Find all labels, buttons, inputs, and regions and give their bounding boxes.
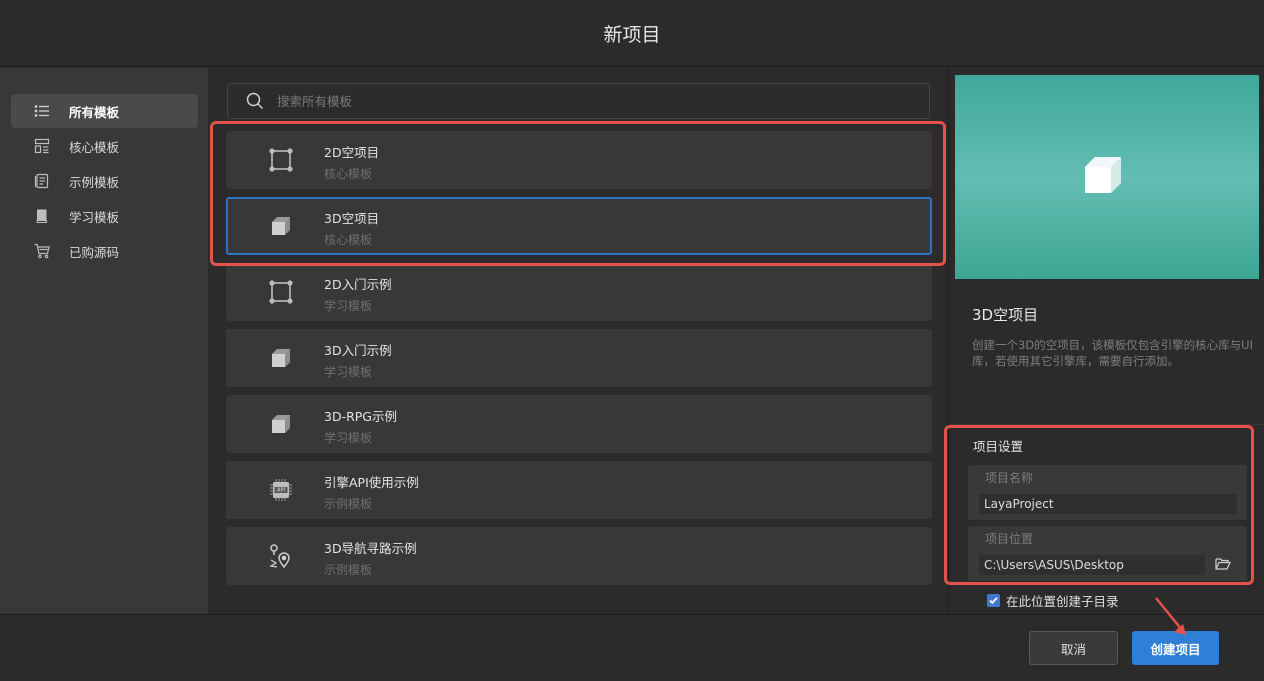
template-item-3d-rpg[interactable]: 3D-RPG示例 学习模板 xyxy=(226,395,932,453)
document-icon xyxy=(33,172,51,190)
sidebar-item-label: 所有模板 xyxy=(69,104,120,120)
project-name-label: 项目名称 xyxy=(985,471,1034,485)
dialog-title: 新项目 xyxy=(603,23,661,46)
sidebar-item-core-templates[interactable]: 核心模板 xyxy=(11,129,198,163)
template-search-bar[interactable] xyxy=(227,83,930,119)
template-item-3d-empty[interactable]: 3D空项目 核心模板 xyxy=(226,197,932,255)
project-location-field: 项目位置 xyxy=(968,526,1247,581)
template-name: 2D空项目 xyxy=(324,145,380,160)
cart-icon xyxy=(33,242,51,260)
template-name: 3D导航寻路示例 xyxy=(324,541,417,556)
core-template-icon xyxy=(33,137,51,155)
template-name: 3D入门示例 xyxy=(324,343,392,358)
search-icon xyxy=(246,92,264,110)
template-category: 学习模板 xyxy=(324,431,373,445)
book-icon xyxy=(33,207,51,225)
project-settings-title: 项目设置 xyxy=(973,439,1024,454)
project-location-input[interactable] xyxy=(979,555,1205,575)
sidebar-item-example-templates[interactable]: 示例模板 xyxy=(11,164,198,198)
template-name: 3D-RPG示例 xyxy=(324,409,397,424)
template-name: 引擎API使用示例 xyxy=(324,475,419,490)
template-category-sidebar: 所有模板 核心模板 示例模板 学习模板 已购源码 xyxy=(0,68,208,614)
3d-cube-icon xyxy=(1085,157,1121,193)
list-icon xyxy=(33,102,51,120)
cancel-button[interactable]: 取消 xyxy=(1029,631,1118,665)
template-item-engine-api[interactable]: API 引擎API使用示例 示例模板 xyxy=(226,461,932,519)
template-item-3d-intro[interactable]: 3D入门示例 学习模板 xyxy=(226,329,932,387)
api-chip-icon: API xyxy=(268,477,294,503)
svg-text:API: API xyxy=(277,488,285,494)
template-browser: 2D空项目 核心模板 3D空项目 核心模板 2D入门示例 学习模板 3D入门示例… xyxy=(208,68,947,614)
template-detail-description: 创建一个3D的空项目，该模板仅包含引擎的核心库与UI库，若使用其它引擎库，需要自… xyxy=(972,338,1253,368)
dialog-footer: 取消 创建项目 xyxy=(0,614,1264,681)
create-subdirectory-checkbox[interactable] xyxy=(987,594,1000,607)
template-item-2d-intro[interactable]: 2D入门示例 学习模板 xyxy=(226,263,932,321)
checkmark-icon xyxy=(989,597,998,605)
template-name: 3D空项目 xyxy=(324,211,380,226)
template-category: 学习模板 xyxy=(324,299,373,313)
3d-cube-icon xyxy=(268,345,294,371)
dialog-titlebar: 新项目 xyxy=(0,0,1264,67)
sidebar-item-label: 已购源码 xyxy=(69,244,120,260)
navigation-pin-icon xyxy=(268,543,294,569)
project-name-field: 项目名称 xyxy=(968,465,1247,520)
sidebar-item-label: 核心模板 xyxy=(69,139,120,155)
template-category: 示例模板 xyxy=(324,563,373,577)
template-item-2d-empty[interactable]: 2D空项目 核心模板 xyxy=(226,131,932,189)
template-preview-image xyxy=(955,75,1259,279)
create-subdirectory-option[interactable]: 在此位置创建子目录 xyxy=(987,591,1119,610)
template-item-3d-navigation[interactable]: 3D导航寻路示例 示例模板 xyxy=(226,527,932,585)
template-category: 学习模板 xyxy=(324,365,373,379)
template-list: 2D空项目 核心模板 3D空项目 核心模板 2D入门示例 学习模板 3D入门示例… xyxy=(226,131,932,593)
template-category: 核心模板 xyxy=(324,167,373,181)
search-input[interactable] xyxy=(277,93,877,109)
2d-square-icon xyxy=(268,279,294,305)
2d-square-icon xyxy=(268,147,294,173)
project-location-label: 项目位置 xyxy=(985,532,1034,546)
template-category: 核心模板 xyxy=(324,233,373,247)
template-category: 示例模板 xyxy=(324,497,373,511)
panel-divider xyxy=(949,424,1264,425)
create-subdirectory-label: 在此位置创建子目录 xyxy=(1006,594,1119,609)
sidebar-item-label: 学习模板 xyxy=(69,209,120,225)
3d-cube-icon xyxy=(268,411,294,437)
template-name: 2D入门示例 xyxy=(324,277,392,292)
project-name-input[interactable] xyxy=(979,494,1237,514)
template-detail-panel: 3D空项目 创建一个3D的空项目，该模板仅包含引擎的核心库与UI库，若使用其它引… xyxy=(948,68,1264,614)
folder-open-icon[interactable] xyxy=(1215,556,1231,572)
sidebar-item-all-templates[interactable]: 所有模板 xyxy=(11,94,198,128)
create-project-button[interactable]: 创建项目 xyxy=(1132,631,1219,665)
template-detail-title: 3D空项目 xyxy=(972,306,1039,324)
sidebar-item-learning-templates[interactable]: 学习模板 xyxy=(11,199,198,233)
sidebar-item-purchased-source[interactable]: 已购源码 xyxy=(11,234,198,268)
3d-cube-icon xyxy=(268,213,294,239)
sidebar-item-label: 示例模板 xyxy=(69,174,120,190)
